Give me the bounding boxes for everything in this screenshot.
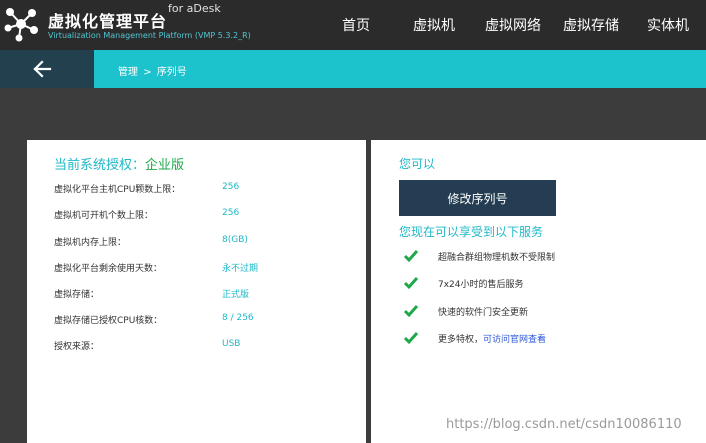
breadcrumb: 管理 > 序列号 [118, 63, 187, 78]
license-row-value: 256 [222, 208, 240, 218]
license-row-remaining-days: 虚拟化平台剩余使用天数： 永不过期 [54, 261, 354, 275]
check-icon [403, 305, 419, 318]
check-icon [403, 250, 419, 263]
back-button[interactable] [0, 50, 94, 88]
breadcrumb-separator: > [143, 67, 152, 78]
license-row-storage: 虚拟存储： 正式版 [54, 287, 354, 301]
license-row-vm-limit: 虚拟机可开机个数上限： 256 [54, 208, 354, 222]
official-site-link[interactable]: 可访问官网查看 [483, 335, 546, 345]
license-row-value: 256 [222, 182, 240, 192]
check-icon [403, 277, 419, 290]
license-row-label: 虚拟存储已授权CPU核数： [54, 316, 163, 326]
sub-header: 管理 > 序列号 [0, 50, 706, 88]
license-row-label: 虚拟化平台主机CPU颗数上限： [54, 185, 181, 195]
arrow-left-icon [33, 60, 52, 78]
license-row-value: 永不过期 [222, 264, 259, 274]
license-title-prefix: 当前系统授权： [54, 158, 146, 173]
license-row-storage-cpu: 虚拟存储已授权CPU核数： 8 / 256 [54, 313, 354, 327]
license-row-value: USB [222, 339, 241, 349]
license-row-value: 8 / 256 [222, 313, 254, 323]
app-title: 虚拟化管理平台 [48, 12, 168, 31]
license-row-cpu-limit: 虚拟化平台主机CPU颗数上限： 256 [54, 182, 354, 196]
license-row-label: 虚拟化平台剩余使用天数： [54, 264, 163, 274]
actions-panel: 您可以 修改序列号 您现在可以享受到以下服务 超融合群组物理机数不受限制 7x2… [371, 140, 706, 443]
license-row-memory-limit: 虚拟机内存上限： 8(GB) [54, 235, 354, 249]
app-for-label: for aDesk [168, 2, 221, 15]
service-item: 超融合群组物理机数不受限制 [403, 248, 703, 264]
nav-virtual-network[interactable]: 虚拟网络 [485, 15, 541, 35]
breadcrumb-current: 序列号 [156, 67, 187, 78]
nav-home[interactable]: 首页 [342, 15, 370, 35]
app-logo-icon [4, 8, 38, 42]
service-text: 快速的软件门安全更新 [438, 308, 529, 318]
nav-physical-hosts[interactable]: 实体机 [647, 15, 689, 35]
license-panel: 当前系统授权：企业版 虚拟化平台主机CPU颗数上限： 256 虚拟机可开机个数上… [27, 140, 366, 443]
service-item: 快速的软件门安全更新 [403, 303, 703, 319]
license-row-label: 授权来源： [54, 342, 100, 352]
service-text-prefix: 更多特权， [438, 335, 484, 345]
license-edition: 企业版 [145, 158, 185, 173]
actions-title: 您可以 [399, 157, 436, 171]
license-row-label: 虚拟机内存上限： [54, 238, 127, 248]
license-row-source: 授权来源： USB [54, 339, 354, 353]
watermark: https://blog.csdn.net/csdn10086110 [446, 417, 682, 432]
nav-virtual-storage[interactable]: 虚拟存储 [563, 15, 619, 35]
license-row-value: 正式版 [222, 290, 250, 300]
service-text: 7x24小时的售后服务 [438, 280, 524, 290]
license-row-label: 虚拟存储： [54, 290, 100, 300]
app-subtitle: Virtualization Management Platform (VMP … [48, 31, 251, 40]
check-icon [403, 332, 419, 345]
service-item: 更多特权，可访问官网查看 [403, 330, 703, 346]
license-row-label: 虚拟机可开机个数上限： [54, 211, 154, 221]
nav-virtual-machines[interactable]: 虚拟机 [413, 15, 455, 35]
license-title: 当前系统授权：企业版 [54, 154, 184, 173]
service-text: 超融合群组物理机数不受限制 [438, 253, 556, 263]
top-header: 虚拟化管理平台 for aDesk Virtualization Managem… [0, 0, 706, 50]
services-title: 您现在可以享受到以下服务 [399, 225, 544, 239]
breadcrumb-parent[interactable]: 管理 [118, 67, 138, 78]
license-row-value: 8(GB) [222, 235, 248, 245]
modify-serial-button[interactable]: 修改序列号 [399, 180, 556, 216]
service-text: 更多特权，可访问官网查看 [438, 332, 546, 345]
breadcrumb-bar: 管理 > 序列号 [94, 50, 706, 88]
service-item: 7x24小时的售后服务 [403, 275, 703, 291]
